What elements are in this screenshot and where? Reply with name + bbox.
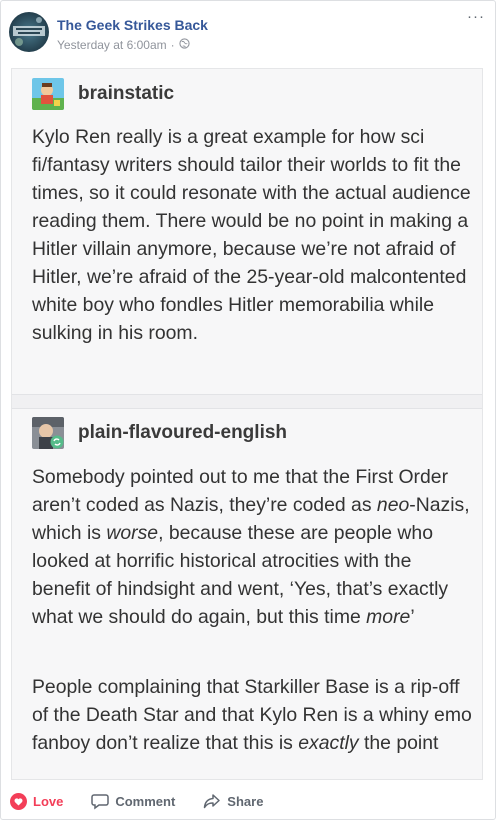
text-run: the point	[358, 732, 439, 754]
share-button[interactable]: Share	[203, 793, 263, 809]
username: brainstatic	[78, 83, 175, 104]
italic-text: neo	[376, 494, 410, 516]
post-user-row: plain-flavoured-english	[32, 417, 287, 449]
post-actions-bar: Love Comment Share	[1, 785, 495, 817]
embedded-screenshot: brainstatic Kylo Ren really is a great e…	[11, 68, 483, 780]
text-run: ’	[410, 606, 415, 628]
post-paragraph: People complaining that Starkiller Base …	[32, 673, 472, 757]
embedded-post-plain-flavoured-english: plain-flavoured-english Somebody pointed…	[12, 409, 482, 779]
page-name-link[interactable]: The Geek Strikes Back	[57, 17, 208, 33]
meta-separator: ·	[170, 38, 175, 52]
username: plain-flavoured-english	[78, 422, 288, 443]
share-icon	[204, 794, 221, 809]
comment-button[interactable]: Comment	[91, 793, 175, 810]
italic-text: worse	[106, 522, 159, 544]
love-label: Love	[33, 793, 64, 809]
italic-text: more	[366, 606, 411, 628]
timestamp-link[interactable]: Yesterday at 6:00am	[57, 38, 167, 52]
post-user-row: brainstatic	[32, 78, 174, 110]
post-divider	[12, 394, 482, 409]
page-avatar[interactable]	[9, 12, 49, 52]
post-meta: Yesterday at 6:00am ·	[57, 38, 190, 52]
comment-label: Comment	[115, 793, 176, 809]
italic-text: exactly	[298, 732, 359, 754]
embedded-post-brainstatic: brainstatic Kylo Ren really is a great e…	[12, 69, 482, 394]
brainstatic-avatar	[32, 78, 64, 110]
facebook-post-card: The Geek Strikes Back Yesterday at 6:00a…	[0, 0, 496, 820]
share-label: Share	[227, 793, 264, 809]
post-body-text: Kylo Ren really is a great example for h…	[32, 126, 471, 344]
globe-icon[interactable]	[179, 38, 190, 52]
more-options-button[interactable]: ···	[467, 9, 485, 24]
love-button[interactable]: Love	[10, 792, 64, 810]
heart-icon	[10, 792, 27, 810]
post-paragraph: Somebody pointed out to me that the Firs…	[32, 463, 472, 631]
plain-flavoured-english-avatar	[32, 417, 64, 449]
comment-icon	[91, 793, 110, 809]
